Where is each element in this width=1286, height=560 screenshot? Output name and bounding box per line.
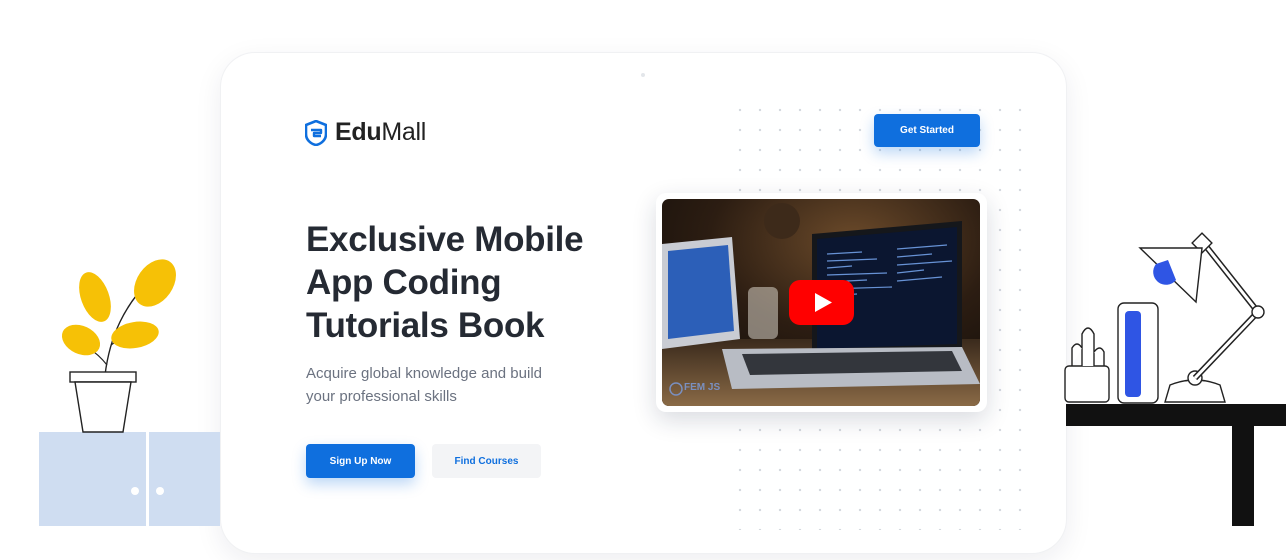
subtitle-line: your professional skills: [306, 388, 457, 405]
video-watermark: FEM JS: [684, 382, 721, 393]
hero-headline: Exclusive Mobile App Coding Tutorials Bo…: [306, 218, 636, 347]
shield-logo-icon: [305, 119, 327, 146]
brand-name: EduMall: [335, 118, 426, 147]
headline-line: App Coding: [306, 263, 502, 302]
cabinet-knob-right: [156, 487, 164, 495]
brand-name-light: Mall: [381, 118, 426, 146]
youtube-play-icon[interactable]: [789, 280, 854, 325]
cabinet-knob-left: [131, 487, 139, 495]
brand-logo[interactable]: EduMall: [305, 118, 426, 147]
sign-up-button[interactable]: Sign Up Now: [306, 444, 415, 478]
hero-subtitle: Acquire global knowledge and build your …: [306, 362, 596, 408]
headline-line: Tutorials Book: [306, 306, 545, 345]
headline-line: Exclusive Mobile: [306, 220, 584, 259]
find-courses-button[interactable]: Find Courses: [432, 444, 541, 478]
brand-name-bold: Edu: [335, 118, 382, 146]
device-camera-dot: [641, 73, 645, 77]
video-player[interactable]: FEM JS: [662, 199, 980, 406]
cabinet-divider: [146, 432, 149, 526]
subtitle-line: Acquire global knowledge and build: [306, 365, 543, 382]
potted-plant-illustration: [61, 259, 176, 433]
desk-lamp-illustration: [1064, 232, 1286, 526]
cabinet-illustration: [39, 432, 220, 526]
get-started-button[interactable]: Get Started: [874, 114, 980, 147]
